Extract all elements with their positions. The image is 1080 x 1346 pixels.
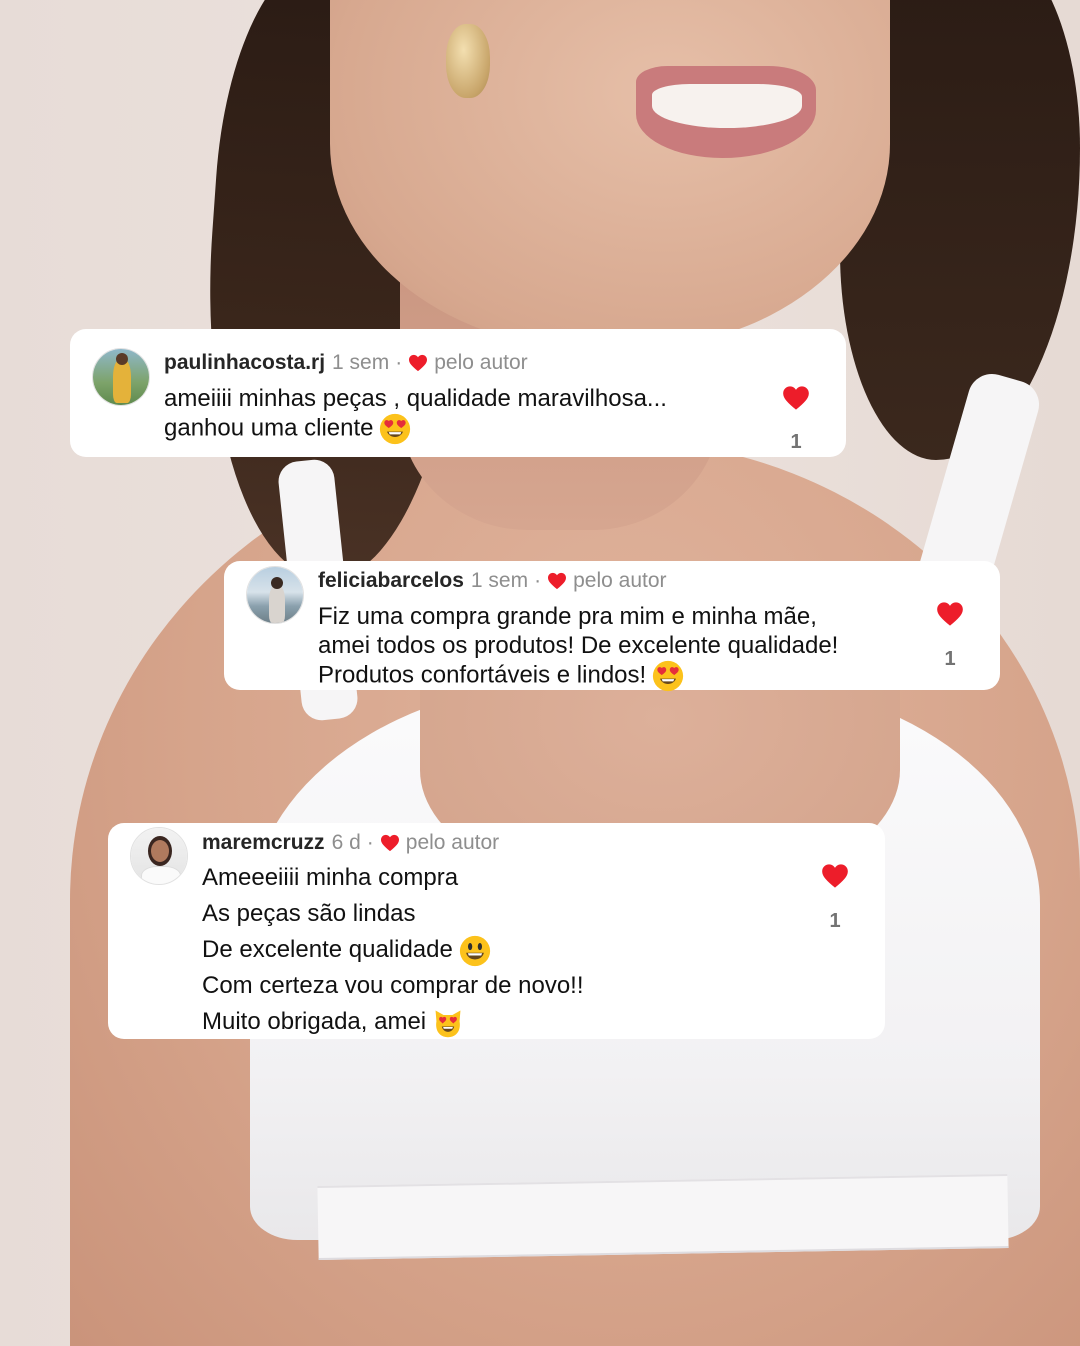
- heart-icon: [380, 834, 399, 852]
- heart-icon: [409, 354, 428, 372]
- liked-by-author-label: pelo autor: [405, 831, 500, 854]
- like-count: 1: [829, 910, 841, 932]
- comment-text: ameiiii minhas peças , qualidade maravil…: [164, 384, 667, 445]
- heart-eyes-cat-emoji: [435, 1010, 461, 1037]
- comment-line: Com certeza vou comprar de novo!!: [202, 972, 584, 999]
- username[interactable]: paulinhacosta.rj: [164, 351, 325, 375]
- comment-meta: maremcruzz 6 d · pelo autor: [202, 831, 499, 855]
- comment-meta: feliciabarcelos 1 sem · pelo autor: [318, 569, 667, 593]
- comment-card: maremcruzz 6 d · pelo autor Ameeeiiii mi…: [108, 823, 885, 1039]
- comment-meta: paulinhacosta.rj 1 sem · pelo autor: [164, 351, 528, 375]
- model-smile: [652, 84, 802, 128]
- heart-icon: [548, 572, 567, 590]
- comment-line: amei todos os produtos! De excelente qua…: [318, 632, 839, 659]
- like-count: 1: [944, 648, 956, 670]
- avatar[interactable]: [130, 827, 188, 885]
- heart-icon[interactable]: [821, 863, 849, 889]
- heart-eyes-emoji: [653, 660, 684, 692]
- heart-eyes-emoji: [380, 413, 411, 445]
- bra-band: [317, 1173, 1009, 1261]
- comment-line: ganhou uma cliente: [164, 413, 667, 445]
- comment-text: Fiz uma compra grande pra mim e minha mã…: [318, 602, 838, 692]
- avatar[interactable]: [246, 566, 304, 624]
- liked-by-author-label: pelo autor: [434, 351, 528, 374]
- comment-time: 6 d: [331, 831, 361, 854]
- separator: ·: [395, 351, 403, 374]
- smiley-emoji: [459, 935, 490, 966]
- heart-icon[interactable]: [782, 385, 810, 411]
- comment-line: Muito obrigada, amei: [202, 1004, 584, 1040]
- heart-icon[interactable]: [936, 601, 964, 627]
- comment-card: feliciabarcelos 1 sem · pelo autor Fiz u…: [224, 561, 1000, 692]
- comment-card: paulinhacosta.rj 1 sem · pelo autor amei…: [70, 329, 846, 457]
- comment-text: Ameeeiiii minha compra As peças são lind…: [202, 860, 584, 1040]
- comment-time: 1 sem: [332, 351, 390, 374]
- gold-earring: [446, 24, 490, 98]
- comment-time: 1 sem: [470, 569, 529, 592]
- comment-line: Fiz uma compra grande pra mim e minha mã…: [318, 603, 817, 630]
- like-count: 1: [790, 431, 802, 453]
- separator: ·: [366, 831, 374, 854]
- comment-line: As peças são lindas: [202, 900, 416, 927]
- separator: ·: [534, 569, 542, 592]
- comment-line: Ameeeiiii minha compra: [202, 864, 459, 891]
- comment-line: ameiiii minhas peças , qualidade maravil…: [164, 385, 667, 412]
- username[interactable]: maremcruzz: [202, 831, 325, 855]
- avatar[interactable]: [92, 348, 150, 406]
- username[interactable]: feliciabarcelos: [318, 569, 464, 593]
- liked-by-author-label: pelo autor: [573, 569, 667, 592]
- comment-line: De excelente qualidade: [202, 932, 584, 968]
- comment-line: Produtos confortáveis e lindos!: [318, 660, 838, 692]
